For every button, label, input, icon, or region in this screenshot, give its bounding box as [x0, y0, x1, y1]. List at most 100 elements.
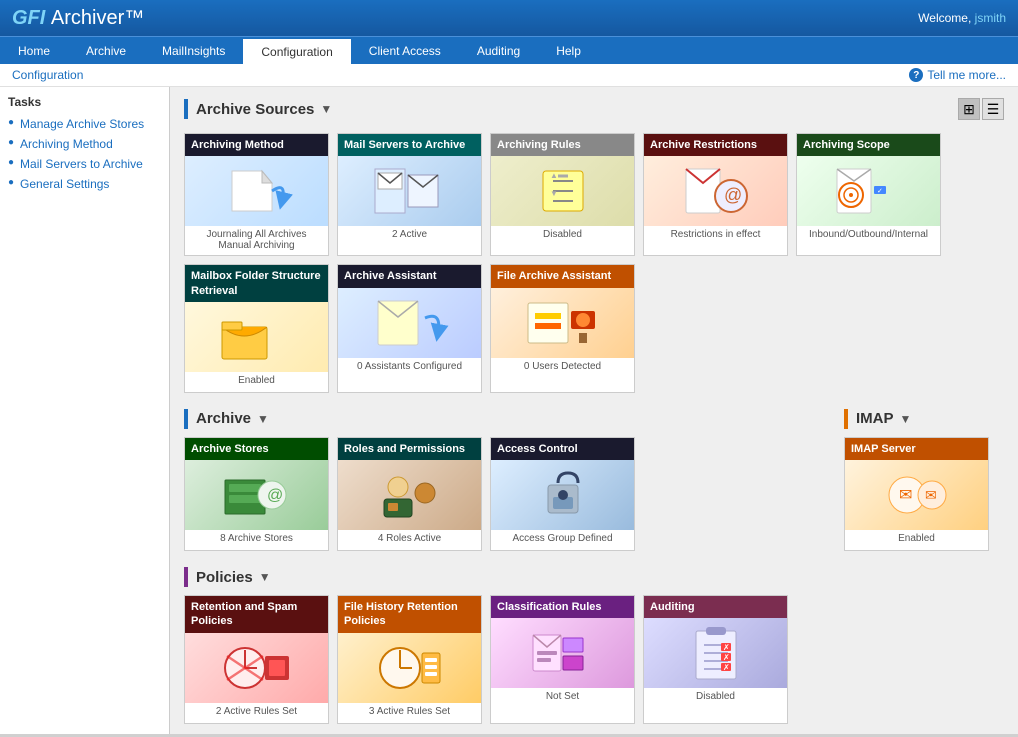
- card-img-mailbox-folder: [185, 302, 328, 372]
- card-title-archive-restrictions: Archive Restrictions: [644, 134, 787, 156]
- imap-cards: IMAP Server ✉ ✉ Enabled: [844, 437, 1004, 551]
- section-bar-imap: [844, 409, 848, 429]
- svg-text:✉: ✉: [925, 487, 937, 503]
- card-caption-archive-stores: 8 Archive Stores: [185, 530, 328, 550]
- sidebar-item-general-settings[interactable]: ● General Settings: [8, 177, 161, 191]
- archive-sources-cards: Archiving Method Journaling All Archives…: [184, 133, 1004, 393]
- card-img-archive-restrictions: @: [644, 156, 787, 226]
- section-bar-policies: [184, 567, 188, 587]
- card-caption-archive-assistant: 0 Assistants Configured: [338, 358, 481, 378]
- nav-archive[interactable]: Archive: [68, 37, 144, 64]
- nav-client-access[interactable]: Client Access: [351, 37, 459, 64]
- imap-title: IMAP: [856, 410, 894, 427]
- bullet-icon: ●: [8, 157, 14, 168]
- mail-servers-illustration: [370, 161, 450, 221]
- mailbox-folder-illustration: [217, 307, 297, 367]
- card-roles-permissions[interactable]: Roles and Permissions 4 Roles Active: [337, 437, 482, 551]
- card-title-file-history: File History Retention Policies: [338, 596, 481, 633]
- sidebar-item-manage-archive-stores[interactable]: ● Manage Archive Stores: [8, 117, 161, 131]
- card-caption-auditing: Disabled: [644, 688, 787, 708]
- help-icon: ?: [909, 68, 923, 82]
- card-img-archiving-method: [185, 156, 328, 226]
- card-caption-archiving-method: Journaling All ArchivesManual Archiving: [185, 226, 328, 255]
- header: GFI Archiver™ Welcome, jsmith: [0, 0, 1018, 36]
- archiving-rules-illustration: ▲ ▼: [523, 161, 603, 221]
- card-file-archive-assistant[interactable]: File Archive Assistant 0 Users Detected: [490, 264, 635, 393]
- card-caption-classification-rules: Not Set: [491, 688, 634, 708]
- bullet-icon: ●: [8, 177, 14, 188]
- card-title-mailbox-folder: Mailbox Folder Structure Retrieval: [185, 265, 328, 302]
- policies-dropdown-arrow[interactable]: ▼: [259, 570, 271, 584]
- archive-cards: Archive Stores @ 8 Archive S: [184, 437, 824, 551]
- archive-assistant-illustration: [370, 293, 450, 353]
- card-img-mail-servers: [338, 156, 481, 226]
- card-title-archive-stores: Archive Stores: [185, 438, 328, 460]
- card-mailbox-folder[interactable]: Mailbox Folder Structure Retrieval Enabl…: [184, 264, 329, 393]
- card-auditing[interactable]: Auditing ✗ ✗: [643, 595, 788, 724]
- card-title-file-archive-assistant: File Archive Assistant: [491, 265, 634, 287]
- policies-section-header: Policies ▼: [184, 567, 1004, 587]
- nav-configuration[interactable]: Configuration: [243, 37, 350, 64]
- nav-auditing[interactable]: Auditing: [459, 37, 538, 64]
- card-archiving-rules[interactable]: Archiving Rules ▲ ▼ Disabled: [490, 133, 635, 256]
- archive-dropdown-arrow[interactable]: ▼: [257, 412, 269, 426]
- card-caption-mail-servers: 2 Active: [338, 226, 481, 246]
- card-caption-archive-restrictions: Restrictions in effect: [644, 226, 787, 246]
- breadcrumb: Configuration ? Tell me more...: [0, 64, 1018, 87]
- breadcrumb-link[interactable]: Configuration: [12, 68, 83, 82]
- card-file-history-retention[interactable]: File History Retention Policies 3 Act: [337, 595, 482, 724]
- sidebar-item-mail-servers[interactable]: ● Mail Servers to Archive: [8, 157, 161, 171]
- nav-home[interactable]: Home: [0, 37, 68, 64]
- card-title-archiving-scope: Archiving Scope: [797, 134, 940, 156]
- archive-sources-header-row: Archive Sources ▼ ⊞ ☰: [184, 97, 1004, 127]
- archive-sources-dropdown-arrow[interactable]: ▼: [320, 102, 332, 116]
- card-archiving-method[interactable]: Archiving Method Journaling All Archives…: [184, 133, 329, 256]
- svg-text:✗: ✗: [723, 643, 730, 652]
- card-img-classification-rules: [491, 618, 634, 688]
- archive-sources-section-header: Archive Sources ▼: [184, 99, 332, 119]
- archiving-method-illustration: [217, 161, 297, 221]
- card-archive-restrictions[interactable]: Archive Restrictions @ Restrictions in e…: [643, 133, 788, 256]
- card-access-control[interactable]: Access Control Access Group Defined: [490, 437, 635, 551]
- archiving-scope-illustration: ✓: [829, 161, 909, 221]
- policies-title: Policies: [196, 569, 253, 586]
- tell-more[interactable]: ? Tell me more...: [909, 68, 1006, 82]
- username-link[interactable]: jsmith: [975, 11, 1006, 25]
- card-img-imap-server: ✉ ✉: [845, 460, 988, 530]
- nav-help[interactable]: Help: [538, 37, 599, 64]
- view-toggle: ⊞ ☰: [958, 98, 1004, 120]
- card-caption-file-history: 3 Active Rules Set: [338, 703, 481, 723]
- imap-dropdown-arrow[interactable]: ▼: [900, 412, 912, 426]
- card-classification-rules[interactable]: Classification Rules Not Set: [490, 595, 635, 724]
- sidebar: Tasks ● Manage Archive Stores ● Archivin…: [0, 87, 170, 734]
- card-img-file-archive-assistant: [491, 288, 634, 358]
- content-inner: Archive Sources ▼ ⊞ ☰ Archiving Method: [170, 87, 1018, 734]
- svg-text:✉: ✉: [899, 487, 912, 504]
- card-img-access-control: [491, 460, 634, 530]
- svg-text:@: @: [267, 487, 283, 504]
- card-retention-spam[interactable]: Retention and Spam Policies 2 Active: [184, 595, 329, 724]
- archive-title: Archive: [196, 410, 251, 427]
- grid-view-button[interactable]: ⊞: [958, 98, 980, 120]
- card-title-imap-server: IMAP Server: [845, 438, 988, 460]
- svg-text:✗: ✗: [723, 663, 730, 672]
- card-archiving-scope[interactable]: Archiving Scope ✓ Inbound/Outbound/Int: [796, 133, 941, 256]
- card-archive-assistant[interactable]: Archive Assistant 0 Assistants Configure…: [337, 264, 482, 393]
- logo-archiver: Archiver™: [51, 7, 144, 29]
- section-bar-blue: [184, 99, 188, 119]
- card-caption-roles-permissions: 4 Roles Active: [338, 530, 481, 550]
- policies-cards: Retention and Spam Policies 2 Active: [184, 595, 1004, 724]
- card-imap-server[interactable]: IMAP Server ✉ ✉ Enabled: [844, 437, 989, 551]
- list-view-button[interactable]: ☰: [982, 98, 1004, 120]
- card-caption-imap-server: Enabled: [845, 530, 988, 550]
- card-mail-servers[interactable]: Mail Servers to Archive 2 Active: [337, 133, 482, 256]
- card-archive-stores[interactable]: Archive Stores @ 8 Archive S: [184, 437, 329, 551]
- nav-mailinsights[interactable]: MailInsights: [144, 37, 243, 64]
- content-area: Archive Sources ▼ ⊞ ☰ Archiving Method: [170, 87, 1018, 734]
- sidebar-item-archiving-method[interactable]: ● Archiving Method: [8, 137, 161, 151]
- card-img-roles-permissions: [338, 460, 481, 530]
- card-title-archive-assistant: Archive Assistant: [338, 265, 481, 287]
- main-nav: Home Archive MailInsights Configuration …: [0, 36, 1018, 64]
- svg-text:✓: ✓: [877, 188, 883, 195]
- card-title-retention-spam: Retention and Spam Policies: [185, 596, 328, 633]
